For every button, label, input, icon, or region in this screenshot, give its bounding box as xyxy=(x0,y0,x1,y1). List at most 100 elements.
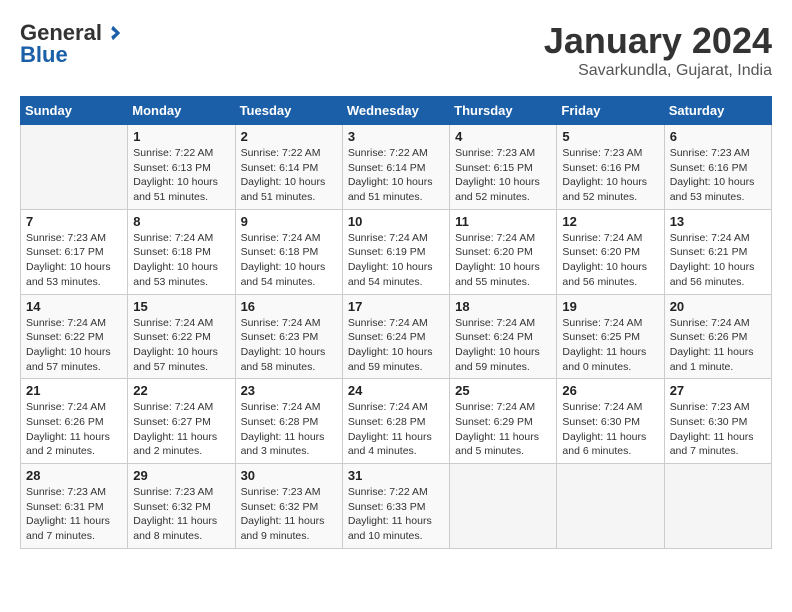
sunset-text: Sunset: 6:14 PM xyxy=(348,162,426,174)
sunset-text: Sunset: 6:30 PM xyxy=(670,416,748,428)
calendar-header-row: SundayMondayTuesdayWednesdayThursdayFrid… xyxy=(21,97,772,125)
sunrise-text: Sunrise: 7:22 AM xyxy=(133,147,213,159)
logo-blue: Blue xyxy=(20,42,68,68)
calendar-cell: 21 Sunrise: 7:24 AM Sunset: 6:26 PM Dayl… xyxy=(21,379,128,464)
calendar-week-row: 7 Sunrise: 7:23 AM Sunset: 6:17 PM Dayli… xyxy=(21,209,772,294)
daylight-text: Daylight: 11 hours and 10 minutes. xyxy=(348,515,432,542)
sunset-text: Sunset: 6:16 PM xyxy=(670,162,748,174)
calendar-cell: 26 Sunrise: 7:24 AM Sunset: 6:30 PM Dayl… xyxy=(557,379,664,464)
daylight-text: Daylight: 10 hours and 57 minutes. xyxy=(133,346,218,373)
sunrise-text: Sunrise: 7:24 AM xyxy=(455,232,535,244)
calendar-cell: 16 Sunrise: 7:24 AM Sunset: 6:23 PM Dayl… xyxy=(235,294,342,379)
calendar-cell: 4 Sunrise: 7:23 AM Sunset: 6:15 PM Dayli… xyxy=(450,125,557,210)
day-number: 6 xyxy=(670,129,766,144)
daylight-text: Daylight: 11 hours and 0 minutes. xyxy=(562,346,646,373)
logo-icon xyxy=(104,24,122,42)
day-number: 5 xyxy=(562,129,658,144)
sunset-text: Sunset: 6:13 PM xyxy=(133,162,211,174)
day-number: 26 xyxy=(562,383,658,398)
sunrise-text: Sunrise: 7:22 AM xyxy=(241,147,321,159)
day-number: 11 xyxy=(455,214,551,229)
daylight-text: Daylight: 11 hours and 4 minutes. xyxy=(348,431,432,458)
sunrise-text: Sunrise: 7:22 AM xyxy=(348,486,428,498)
calendar-cell: 3 Sunrise: 7:22 AM Sunset: 6:14 PM Dayli… xyxy=(342,125,449,210)
day-number: 30 xyxy=(241,468,337,483)
calendar-cell: 7 Sunrise: 7:23 AM Sunset: 6:17 PM Dayli… xyxy=(21,209,128,294)
calendar-cell: 10 Sunrise: 7:24 AM Sunset: 6:19 PM Dayl… xyxy=(342,209,449,294)
day-info: Sunrise: 7:24 AM Sunset: 6:22 PM Dayligh… xyxy=(133,316,229,375)
daylight-text: Daylight: 11 hours and 2 minutes. xyxy=(133,431,217,458)
sunrise-text: Sunrise: 7:24 AM xyxy=(241,401,321,413)
calendar-cell: 5 Sunrise: 7:23 AM Sunset: 6:16 PM Dayli… xyxy=(557,125,664,210)
calendar-week-row: 21 Sunrise: 7:24 AM Sunset: 6:26 PM Dayl… xyxy=(21,379,772,464)
day-info: Sunrise: 7:23 AM Sunset: 6:31 PM Dayligh… xyxy=(26,485,122,544)
sunset-text: Sunset: 6:20 PM xyxy=(455,246,533,258)
sunset-text: Sunset: 6:26 PM xyxy=(26,416,104,428)
sunset-text: Sunset: 6:18 PM xyxy=(241,246,319,258)
daylight-text: Daylight: 10 hours and 51 minutes. xyxy=(133,176,218,203)
day-info: Sunrise: 7:24 AM Sunset: 6:18 PM Dayligh… xyxy=(241,231,337,290)
sunrise-text: Sunrise: 7:24 AM xyxy=(348,232,428,244)
sunset-text: Sunset: 6:25 PM xyxy=(562,331,640,343)
day-info: Sunrise: 7:23 AM Sunset: 6:15 PM Dayligh… xyxy=(455,146,551,205)
sunrise-text: Sunrise: 7:23 AM xyxy=(670,401,750,413)
day-info: Sunrise: 7:24 AM Sunset: 6:28 PM Dayligh… xyxy=(348,400,444,459)
daylight-text: Daylight: 10 hours and 56 minutes. xyxy=(562,261,647,288)
sunrise-text: Sunrise: 7:23 AM xyxy=(241,486,321,498)
sunset-text: Sunset: 6:29 PM xyxy=(455,416,533,428)
day-number: 12 xyxy=(562,214,658,229)
sunset-text: Sunset: 6:15 PM xyxy=(455,162,533,174)
sunset-text: Sunset: 6:27 PM xyxy=(133,416,211,428)
sunrise-text: Sunrise: 7:24 AM xyxy=(26,401,106,413)
daylight-text: Daylight: 10 hours and 56 minutes. xyxy=(670,261,755,288)
day-info: Sunrise: 7:24 AM Sunset: 6:26 PM Dayligh… xyxy=(670,316,766,375)
day-number: 28 xyxy=(26,468,122,483)
sunrise-text: Sunrise: 7:24 AM xyxy=(455,401,535,413)
day-number: 29 xyxy=(133,468,229,483)
sunset-text: Sunset: 6:28 PM xyxy=(348,416,426,428)
day-number: 2 xyxy=(241,129,337,144)
weekday-header: Thursday xyxy=(450,97,557,125)
calendar-week-row: 28 Sunrise: 7:23 AM Sunset: 6:31 PM Dayl… xyxy=(21,464,772,549)
daylight-text: Daylight: 10 hours and 52 minutes. xyxy=(562,176,647,203)
sunrise-text: Sunrise: 7:24 AM xyxy=(455,317,535,329)
sunset-text: Sunset: 6:16 PM xyxy=(562,162,640,174)
sunset-text: Sunset: 6:24 PM xyxy=(348,331,426,343)
day-number: 14 xyxy=(26,299,122,314)
day-info: Sunrise: 7:24 AM Sunset: 6:27 PM Dayligh… xyxy=(133,400,229,459)
calendar-cell: 19 Sunrise: 7:24 AM Sunset: 6:25 PM Dayl… xyxy=(557,294,664,379)
calendar-cell: 13 Sunrise: 7:24 AM Sunset: 6:21 PM Dayl… xyxy=(664,209,771,294)
day-info: Sunrise: 7:23 AM Sunset: 6:16 PM Dayligh… xyxy=(670,146,766,205)
day-info: Sunrise: 7:24 AM Sunset: 6:28 PM Dayligh… xyxy=(241,400,337,459)
calendar-cell: 20 Sunrise: 7:24 AM Sunset: 6:26 PM Dayl… xyxy=(664,294,771,379)
sunset-text: Sunset: 6:19 PM xyxy=(348,246,426,258)
day-number: 24 xyxy=(348,383,444,398)
logo: General Blue xyxy=(20,20,122,68)
day-number: 16 xyxy=(241,299,337,314)
calendar-week-row: 14 Sunrise: 7:24 AM Sunset: 6:22 PM Dayl… xyxy=(21,294,772,379)
calendar-cell: 24 Sunrise: 7:24 AM Sunset: 6:28 PM Dayl… xyxy=(342,379,449,464)
day-number: 13 xyxy=(670,214,766,229)
day-number: 3 xyxy=(348,129,444,144)
sunrise-text: Sunrise: 7:24 AM xyxy=(133,317,213,329)
sunset-text: Sunset: 6:30 PM xyxy=(562,416,640,428)
calendar-table: SundayMondayTuesdayWednesdayThursdayFrid… xyxy=(20,96,772,549)
day-info: Sunrise: 7:22 AM Sunset: 6:33 PM Dayligh… xyxy=(348,485,444,544)
day-number: 20 xyxy=(670,299,766,314)
daylight-text: Daylight: 11 hours and 3 minutes. xyxy=(241,431,325,458)
sunset-text: Sunset: 6:24 PM xyxy=(455,331,533,343)
sunrise-text: Sunrise: 7:23 AM xyxy=(26,486,106,498)
sunrise-text: Sunrise: 7:24 AM xyxy=(562,317,642,329)
sunrise-text: Sunrise: 7:23 AM xyxy=(133,486,213,498)
weekday-header: Monday xyxy=(128,97,235,125)
sunrise-text: Sunrise: 7:23 AM xyxy=(26,232,106,244)
sunset-text: Sunset: 6:18 PM xyxy=(133,246,211,258)
day-number: 17 xyxy=(348,299,444,314)
sunset-text: Sunset: 6:21 PM xyxy=(670,246,748,258)
day-info: Sunrise: 7:22 AM Sunset: 6:14 PM Dayligh… xyxy=(241,146,337,205)
calendar-cell: 11 Sunrise: 7:24 AM Sunset: 6:20 PM Dayl… xyxy=(450,209,557,294)
day-info: Sunrise: 7:24 AM Sunset: 6:25 PM Dayligh… xyxy=(562,316,658,375)
sunrise-text: Sunrise: 7:24 AM xyxy=(241,232,321,244)
weekday-header: Sunday xyxy=(21,97,128,125)
day-number: 8 xyxy=(133,214,229,229)
